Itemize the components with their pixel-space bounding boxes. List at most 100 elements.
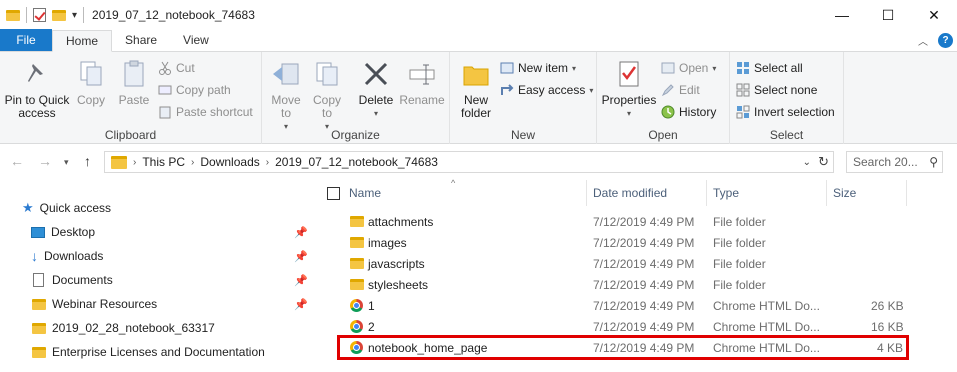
file-row[interactable]: attachments 7/12/2019 4:49 PM File folde… bbox=[318, 212, 957, 233]
expand-ribbon-chevron-icon[interactable]: ︿ bbox=[918, 33, 928, 48]
easy-access-button[interactable]: Easy access ▾ bbox=[500, 80, 593, 100]
folder-icon bbox=[350, 258, 364, 269]
file-name: stylesheets bbox=[368, 278, 429, 292]
new-group-label: New bbox=[510, 128, 535, 142]
download-arrow-icon: ↓ bbox=[31, 248, 38, 264]
breadcrumb-this-pc[interactable]: This PC bbox=[136, 155, 191, 169]
column-divider[interactable] bbox=[586, 180, 587, 206]
tab-file[interactable]: File bbox=[0, 29, 52, 51]
paste-shortcut-button[interactable]: Paste shortcut bbox=[158, 102, 253, 122]
file-type: Chrome HTML Do... bbox=[713, 320, 820, 334]
file-name: images bbox=[368, 236, 407, 250]
copy-path-icon bbox=[158, 83, 172, 97]
open-chevron-icon: ▾ bbox=[712, 63, 717, 73]
search-placeholder: Search 20... bbox=[853, 155, 918, 169]
file-row[interactable]: images 7/12/2019 4:49 PM File folder bbox=[318, 233, 957, 254]
select-none-icon bbox=[736, 83, 750, 97]
tab-share[interactable]: Share bbox=[112, 29, 170, 51]
new-folder-button[interactable]: New folder bbox=[456, 58, 496, 120]
pin-icon bbox=[21, 58, 53, 90]
properties-button[interactable]: Properties ▾ bbox=[601, 58, 657, 120]
properties-chevron-icon: ▾ bbox=[626, 109, 631, 118]
paste-button[interactable]: Paste bbox=[114, 58, 154, 107]
pin-label: Pin to Quick access bbox=[4, 93, 70, 120]
nav-item-downloads[interactable]: ↓ Downloads 📌 bbox=[0, 244, 318, 268]
search-input[interactable]: Search 20... ⚲ bbox=[846, 151, 943, 173]
nav-item-enterprise-licenses[interactable]: Enterprise Licenses and Documentation bbox=[0, 340, 318, 364]
maximize-button[interactable]: ☐ bbox=[865, 0, 911, 30]
properties-icon[interactable] bbox=[33, 8, 46, 22]
select-none-label: Select none bbox=[754, 83, 818, 97]
nav-quick-access[interactable]: ★ Quick access bbox=[22, 196, 318, 220]
file-date: 7/12/2019 4:49 PM bbox=[593, 320, 695, 334]
move-to-button[interactable]: Move to ▾ bbox=[266, 58, 306, 133]
copy-to-button[interactable]: Copy to ▾ bbox=[310, 58, 344, 133]
column-divider[interactable] bbox=[706, 180, 707, 206]
cut-button[interactable]: Cut bbox=[158, 58, 195, 78]
address-history-chevron-icon[interactable]: ⌄ bbox=[803, 157, 811, 168]
nav-item-documents[interactable]: Documents 📌 bbox=[0, 268, 318, 292]
nav-item-desktop[interactable]: Desktop 📌 bbox=[0, 220, 318, 244]
invert-selection-label: Invert selection bbox=[754, 105, 835, 119]
breadcrumb-current-folder[interactable]: 2019_07_12_notebook_74683 bbox=[269, 155, 444, 169]
file-date: 7/12/2019 4:49 PM bbox=[593, 215, 695, 229]
file-size: 16 KB bbox=[871, 320, 904, 334]
folder-icon bbox=[32, 298, 46, 310]
copy-path-button[interactable]: Copy path bbox=[158, 80, 231, 100]
minimize-button[interactable]: — bbox=[819, 0, 865, 30]
rename-label: Rename bbox=[399, 93, 445, 107]
copy-button[interactable]: Copy bbox=[74, 58, 108, 107]
delete-button[interactable]: Delete ▾ bbox=[358, 58, 394, 120]
folder-icon bbox=[6, 9, 20, 21]
file-row[interactable]: stylesheets 7/12/2019 4:49 PM File folde… bbox=[318, 275, 957, 296]
new-folder-icon bbox=[460, 58, 492, 90]
pin-to-quick-access-button[interactable]: Pin to Quick access bbox=[4, 58, 70, 120]
nav-item-notebook-folder[interactable]: 2019_02_28_notebook_63317 bbox=[0, 316, 318, 340]
nav-item-label: Enterprise Licenses and Documentation bbox=[52, 345, 265, 359]
new-folder-label: New folder bbox=[460, 93, 492, 120]
column-header-size[interactable]: Size bbox=[833, 180, 856, 206]
open-group-label: Open bbox=[648, 128, 678, 142]
column-header-type[interactable]: Type bbox=[713, 180, 739, 206]
tab-home[interactable]: Home bbox=[52, 30, 113, 52]
recent-locations-chevron-icon[interactable]: ▾ bbox=[64, 157, 69, 168]
new-item-button[interactable]: New item ▾ bbox=[500, 58, 576, 78]
file-row[interactable]: javascripts 7/12/2019 4:49 PM File folde… bbox=[318, 254, 957, 275]
refresh-icon[interactable]: ↻ bbox=[818, 154, 829, 170]
help-icon[interactable]: ? bbox=[938, 33, 953, 48]
file-date: 7/12/2019 4:49 PM bbox=[593, 299, 695, 313]
desktop-icon bbox=[31, 226, 45, 238]
forward-arrow-icon[interactable]: → bbox=[38, 153, 52, 169]
select-all-checkbox[interactable] bbox=[327, 187, 340, 200]
new-folder-icon[interactable] bbox=[52, 9, 66, 21]
properties-icon bbox=[613, 58, 645, 90]
nav-item-webinar-resources[interactable]: Webinar Resources 📌 bbox=[0, 292, 318, 316]
chrome-icon bbox=[350, 320, 363, 333]
file-type: File folder bbox=[713, 278, 766, 292]
select-none-button[interactable]: Select none bbox=[736, 80, 817, 100]
column-divider[interactable] bbox=[906, 180, 907, 206]
address-bar[interactable]: › This PC › Downloads › 2019_07_12_noteb… bbox=[104, 151, 834, 173]
column-divider[interactable] bbox=[826, 180, 827, 206]
column-header-name[interactable]: Name bbox=[349, 180, 381, 206]
close-button[interactable]: ✕ bbox=[911, 0, 957, 30]
column-header-date-modified[interactable]: Date modified bbox=[593, 180, 667, 206]
pin-icon[interactable]: 📌 bbox=[294, 274, 308, 287]
breadcrumb-downloads[interactable]: Downloads bbox=[194, 155, 265, 169]
pin-icon[interactable]: 📌 bbox=[294, 250, 308, 263]
pin-icon[interactable]: 📌 bbox=[294, 298, 308, 311]
back-arrow-icon[interactable]: ← bbox=[10, 153, 24, 169]
select-all-button[interactable]: Select all bbox=[736, 58, 803, 78]
pin-icon[interactable]: 📌 bbox=[294, 226, 308, 239]
invert-selection-button[interactable]: Invert selection bbox=[736, 102, 835, 122]
clipboard-group: Pin to Quick access Copy Paste Cut Copy … bbox=[0, 52, 262, 144]
tab-view[interactable]: View bbox=[170, 29, 222, 51]
history-button[interactable]: History bbox=[661, 102, 716, 122]
edit-button[interactable]: Edit bbox=[661, 80, 700, 100]
file-row[interactable]: 1 7/12/2019 4:49 PM Chrome HTML Do... 26… bbox=[318, 296, 957, 317]
open-button[interactable]: Open ▾ bbox=[661, 58, 716, 78]
rename-button[interactable]: Rename bbox=[399, 58, 445, 107]
customize-toolbar-chevron-icon[interactable]: ▾ bbox=[72, 10, 77, 21]
up-arrow-icon[interactable]: ↑ bbox=[84, 153, 91, 169]
file-name: 2 bbox=[368, 320, 375, 334]
